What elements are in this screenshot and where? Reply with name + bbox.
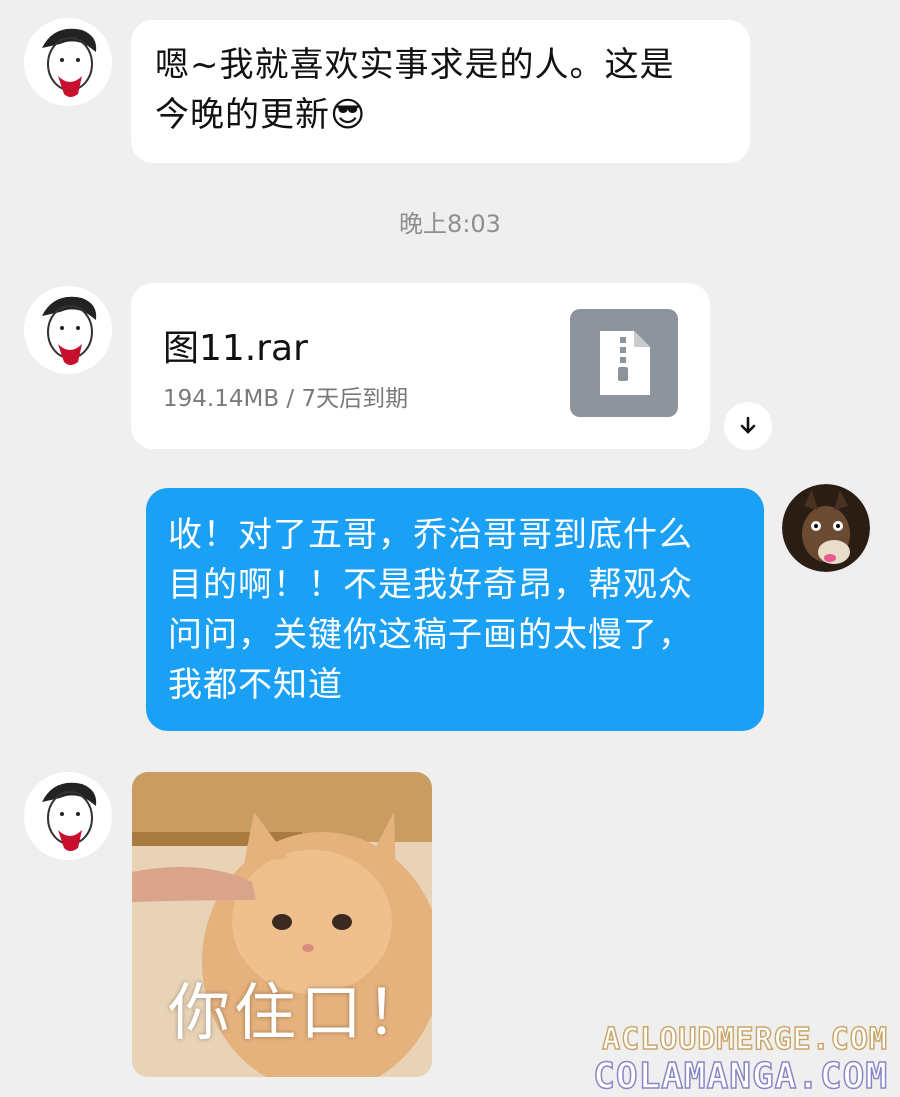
download-arrow-icon bbox=[740, 416, 756, 434]
sunglasses-emoji-icon: 😎 bbox=[330, 95, 367, 135]
sticker-caption: 你住口！ bbox=[168, 976, 432, 1049]
file-message-card[interactable]: 图11.rar 194.14MB / 7天后到期 bbox=[131, 283, 710, 449]
message-text: 收！对了五哥，乔治哥哥到底什么 目的啊！！不是我好奇昂，帮观众 问问，关键你这稿… bbox=[168, 515, 693, 705]
file-name: 图11.rar bbox=[163, 328, 308, 369]
message-timestamp: 晚上8:03 bbox=[399, 210, 501, 238]
sender-avatar[interactable] bbox=[24, 18, 112, 106]
cat-sticker-image[interactable]: 你住口！ bbox=[132, 772, 432, 1077]
outgoing-message-bubble[interactable]: 收！对了五哥，乔治哥哥到底什么 目的啊！！不是我好奇昂，帮观众 问问，关键你这稿… bbox=[146, 488, 764, 731]
incoming-message-bubble[interactable]: 嗯~我就喜欢实事求是的人。这是 今晚的更新😎 bbox=[131, 20, 750, 163]
watermark-colamanga: COLAMANGA.COM bbox=[592, 1055, 888, 1097]
sender-avatar[interactable] bbox=[24, 286, 112, 374]
file-meta: 194.14MB / 7天后到期 bbox=[163, 386, 409, 412]
my-avatar[interactable] bbox=[782, 484, 870, 572]
sender-avatar[interactable] bbox=[24, 772, 112, 860]
zip-file-icon bbox=[570, 309, 678, 417]
message-text: 嗯~我就喜欢实事求是的人。这是 今晚的更新😎 bbox=[155, 45, 675, 135]
download-button[interactable] bbox=[724, 402, 772, 450]
watermark-acloudmerge: ACLOUDMERGE.COM bbox=[601, 1021, 888, 1058]
